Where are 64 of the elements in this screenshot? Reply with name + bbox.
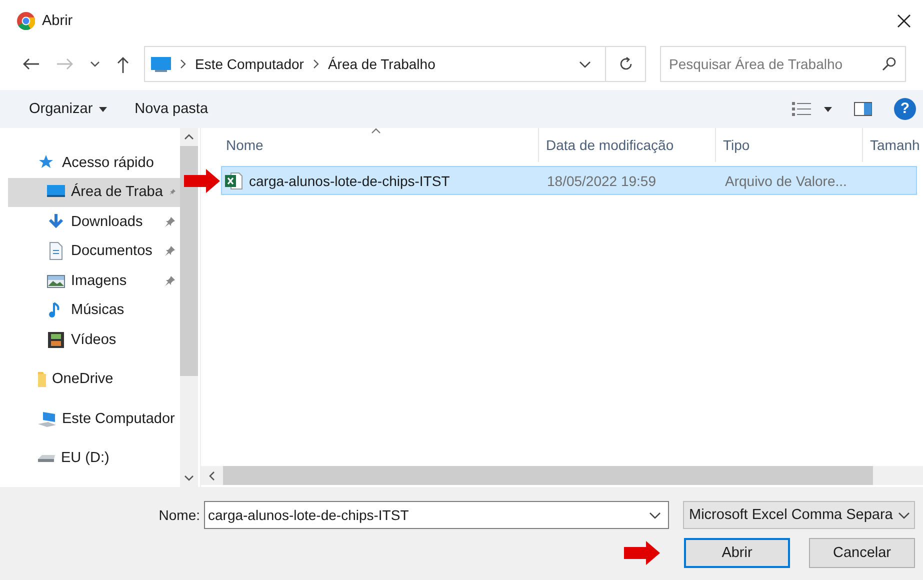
sidebar-item[interactable]: Imagens (0, 266, 180, 296)
computer-icon (38, 410, 56, 428)
column-header[interactable]: Tipo (716, 128, 863, 162)
new-folder-button[interactable]: Nova pasta (124, 97, 220, 121)
organize-menu-button[interactable]: Organizar (18, 97, 118, 121)
back-arrow-icon[interactable] (22, 57, 40, 71)
pointer-arrow-icon (184, 169, 220, 193)
sidebar-item[interactable]: Vídeos (0, 325, 180, 354)
address-bar[interactable]: Este Computador Área de Trabalho (144, 46, 606, 82)
breadcrumb-item[interactable]: Área de Trabalho (328, 56, 436, 72)
search-field[interactable]: Pesquisar Área de Trabalho (660, 46, 906, 82)
sidebar-item[interactable]: Documentos (0, 236, 180, 266)
browser-logo-icon (17, 12, 35, 30)
sort-caret-icon (371, 128, 381, 134)
pointer-arrow-icon (624, 541, 660, 565)
scroll-down-icon (184, 475, 194, 481)
view-options-icon[interactable] (792, 102, 812, 116)
file-name-field[interactable]: carga-alunos-lote-de-chips-ITST (204, 501, 669, 529)
close-icon[interactable] (897, 14, 911, 28)
chevron-down-icon[interactable] (90, 61, 100, 67)
caret-icon (98, 106, 107, 112)
spreadsheet-file-icon (225, 172, 243, 190)
sidebar-item[interactable]: Este Computador (0, 404, 180, 434)
breadcrumb-item[interactable]: Este Computador (195, 56, 304, 72)
scroll-up-icon (184, 134, 194, 140)
film-icon (47, 330, 65, 349)
sidebar-item[interactable]: OneDrive (0, 364, 180, 394)
refresh-icon (618, 56, 634, 72)
up-arrow-icon[interactable] (116, 56, 130, 72)
chevron-down-icon[interactable] (649, 512, 661, 519)
scrollbar[interactable] (201, 466, 923, 485)
caret-icon[interactable] (824, 106, 832, 112)
monitor-icon (151, 56, 171, 72)
preview-pane-icon[interactable] (854, 102, 872, 116)
sidebar-item[interactable]: Área de Traba (8, 178, 180, 207)
cancel-button[interactable]: Cancelar (809, 538, 915, 568)
sidebar-item[interactable]: Acesso rápido (0, 148, 180, 178)
column-header[interactable]: Nome (201, 128, 539, 162)
sidebar-item[interactable]: Downloads (0, 207, 180, 236)
folder-icon (38, 372, 46, 387)
document-icon (47, 242, 65, 260)
download-arrow-icon (47, 212, 65, 231)
search-icon[interactable] (882, 57, 896, 71)
column-header[interactable]: Tamanh (863, 128, 923, 162)
window-title: Abrir (42, 13, 73, 29)
scroll-left-icon (209, 470, 215, 480)
help-button[interactable]: ? (894, 98, 916, 120)
field-label: Nome: (158, 507, 200, 523)
scrollbar[interactable] (180, 128, 198, 487)
refresh-button[interactable] (606, 46, 646, 82)
sidebar-item[interactable]: EU (D:) (0, 444, 180, 473)
table-cell: Arquivo de Valore... (725, 172, 847, 188)
file-row[interactable]: carga-alunos-lote-de-chips-ITST 18/05/2022 19:59 Arquivo de Valore... (221, 166, 917, 195)
sidebar-item[interactable]: Músicas (0, 296, 180, 325)
column-header[interactable]: Data de modificação (539, 128, 716, 162)
drive-icon (38, 454, 55, 462)
open-button[interactable]: Abrir (684, 538, 790, 568)
chevron-right-icon (180, 59, 186, 69)
table-cell: carga-alunos-lote-de-chips-ITST (249, 172, 450, 188)
file-type-dropdown[interactable]: Microsoft Excel Comma Separa (683, 501, 915, 529)
chevron-right-icon (312, 59, 319, 69)
chevron-down-icon (898, 512, 910, 518)
chevron-down-icon (579, 60, 591, 68)
table-cell: 18/05/2022 19:59 (547, 172, 656, 188)
